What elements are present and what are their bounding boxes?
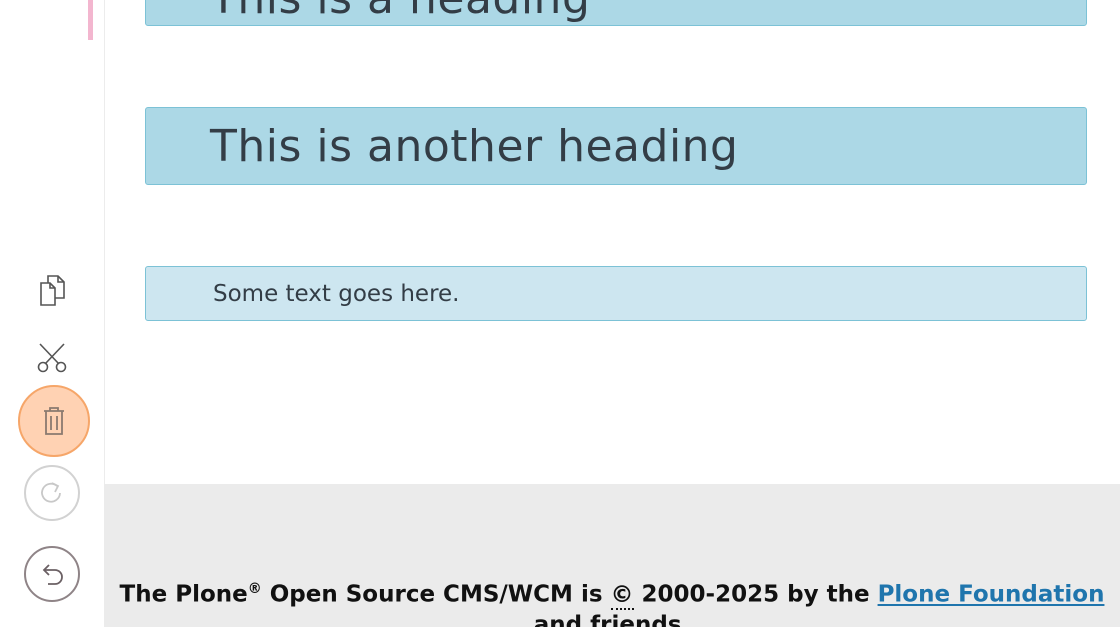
copy-icon [40,275,65,306]
undo-icon [42,564,63,585]
copy-button[interactable] [30,268,74,312]
registered-mark: ® [247,581,262,597]
delete-button[interactable] [18,385,90,457]
footer-prefix: The Plone [119,581,248,608]
cut-button[interactable] [30,334,74,378]
footer-copyright: The Plone® Open Source CMS/WCM is © 2000… [104,581,1120,610]
redo-button[interactable] [24,465,80,521]
selection-marker [88,0,93,40]
page: This is a heading This is another headin… [0,0,1120,627]
cut-icon [37,343,67,373]
footer-middle: Open Source CMS/WCM is [261,581,611,608]
site-footer: The Plone® Open Source CMS/WCM is © 2000… [104,484,1120,627]
copyright-symbol: © [610,581,634,610]
heading-block[interactable]: This is a heading [145,0,1087,26]
text-block[interactable]: Some text goes here. [145,266,1087,321]
heading-block[interactable]: This is another heading [145,107,1087,185]
footer-years: 2000-2025 by the [633,581,878,608]
paragraph-text: Some text goes here. [213,280,460,307]
heading-text: This is another heading [210,120,739,172]
redo-icon [41,482,61,503]
block-toolbar [0,0,105,627]
footer-line-2: and friends. [533,612,691,627]
undo-button[interactable] [24,546,80,602]
delete-icon [44,407,64,435]
heading-text: This is a heading [210,0,590,24]
plone-foundation-link[interactable]: Plone Foundation [878,582,1105,608]
